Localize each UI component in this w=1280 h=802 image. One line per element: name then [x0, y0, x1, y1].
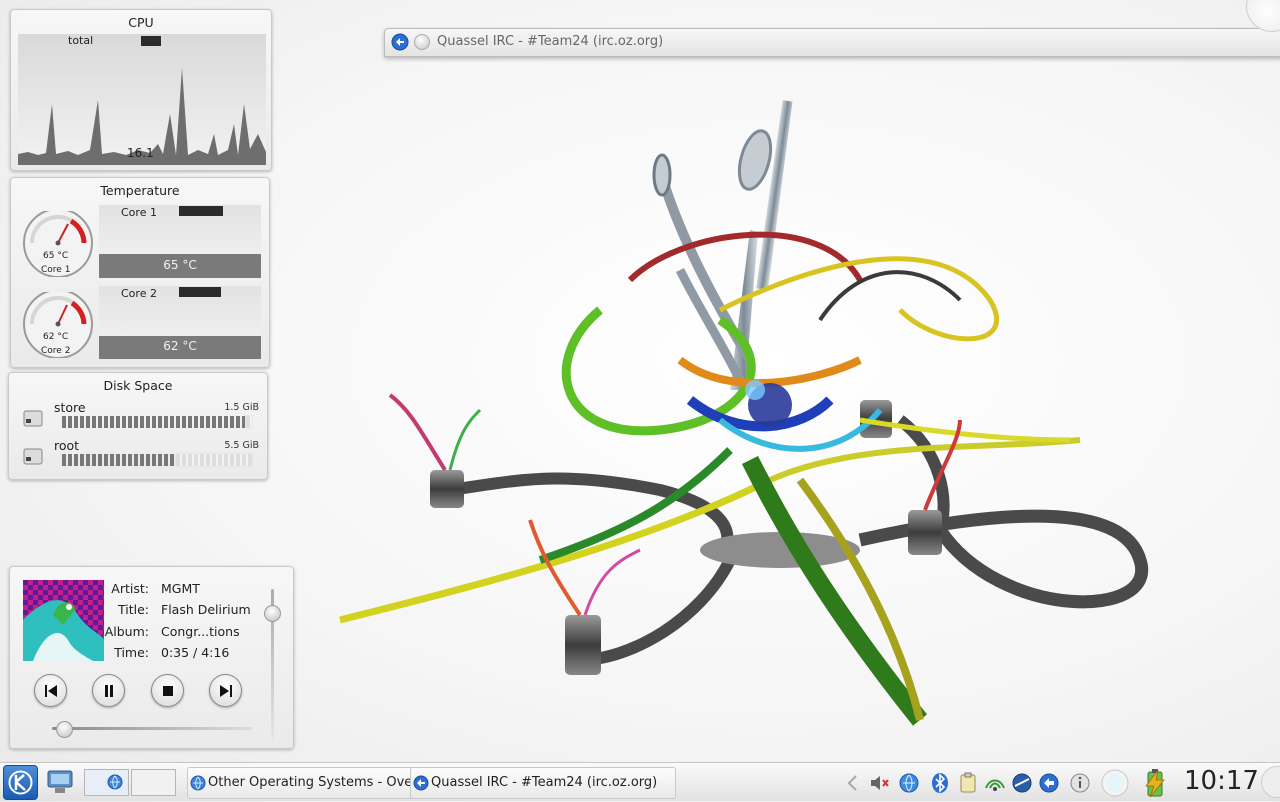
panel-toolbox-button[interactable] [1261, 766, 1280, 798]
desktop-pager-1[interactable] [84, 769, 129, 796]
battery-charging-icon[interactable] [1142, 768, 1168, 798]
window-title: Quassel IRC - #Team24 (irc.oz.org) [437, 34, 664, 49]
core2-gauge-label: Core 2 [41, 346, 71, 356]
disk-space-widget: Disk Space store 1.5 GiB root 5.5 GiB [8, 372, 268, 480]
core2-plot-value: 62 °C [163, 339, 197, 353]
album-label: Album: [104, 624, 149, 639]
core1-plot-label: Core 1 [121, 206, 157, 219]
digital-clock[interactable]: 10:17 [1184, 766, 1259, 796]
volume-slider-handle[interactable] [264, 605, 281, 622]
seek-slider-track[interactable] [52, 727, 252, 730]
network-manager-icon[interactable] [984, 772, 1006, 794]
network-globe-icon[interactable] [898, 772, 920, 794]
disk-name-root: root [54, 438, 80, 453]
quassel-app-icon [413, 775, 429, 791]
hard-drive-icon [23, 410, 43, 427]
cpu-legend-swatch [141, 36, 161, 46]
hard-drive-icon [23, 448, 43, 465]
disk-name-store: store [54, 400, 86, 415]
disk-size-store: 1.5 GiB [224, 402, 259, 413]
browser-icon [190, 775, 206, 791]
application-launcher-button[interactable] [3, 765, 38, 800]
cpu-widget: CPU total 16.1 [10, 9, 272, 171]
quassel-window-titlebar[interactable]: Quassel IRC - #Team24 (irc.oz.org) [384, 28, 1280, 57]
cpu-plot: total 16.1 [18, 34, 266, 165]
tray-collapse-arrow-icon[interactable] [842, 772, 864, 794]
core2-gauge-value: 62 °C [43, 332, 69, 342]
title-value: Flash Delirium [161, 602, 251, 617]
volume-muted-icon[interactable] [868, 772, 890, 794]
disk-usage-bar-root [62, 453, 253, 467]
skip-previous-icon [44, 684, 57, 697]
bluetooth-icon[interactable] [929, 772, 951, 794]
disk-usage-bar-store [62, 415, 253, 429]
quassel-tray-icon[interactable] [1038, 772, 1060, 794]
core1-gauge-label: Core 1 [41, 265, 71, 275]
kde-logo-icon [8, 770, 33, 795]
desktop-notifications-icon[interactable] [1100, 768, 1130, 798]
stop-icon [162, 685, 173, 696]
core2-plot-label: Core 2 [121, 287, 157, 300]
core2-plot: Core 2 62 °C [99, 286, 261, 359]
system-monitor-icon[interactable] [46, 769, 74, 795]
task-browser-label: Other Operating Systems - Overcloc [208, 775, 413, 790]
artist-value: MGMT [161, 581, 200, 596]
previous-button[interactable] [34, 674, 67, 707]
core1-plot: Core 1 65 °C [99, 205, 261, 278]
stop-button[interactable] [151, 674, 184, 707]
info-icon[interactable] [1069, 772, 1091, 794]
browser-icon [107, 774, 123, 790]
core2-swatch [179, 287, 221, 297]
clipboard-icon[interactable] [957, 772, 979, 794]
album-value: Congr...tions [161, 624, 240, 639]
pause-icon [104, 684, 113, 697]
quassel-app-icon[interactable] [391, 33, 409, 51]
disk-space-title: Disk Space [103, 378, 173, 393]
artist-label: Artist: [111, 581, 149, 596]
core1-swatch [179, 206, 223, 216]
disk-row-store[interactable]: store 1.5 GiB [9, 400, 267, 436]
task-quassel[interactable]: Quassel IRC - #Team24 (irc.oz.org) [410, 767, 676, 799]
pause-button[interactable] [92, 674, 125, 707]
disk-size-root: 5.5 GiB [224, 440, 259, 451]
core1-plot-value: 65 °C [163, 258, 197, 272]
disk-row-root[interactable]: root 5.5 GiB [9, 438, 267, 474]
seek-slider-handle[interactable] [55, 721, 73, 738]
updates-globe-icon[interactable] [1011, 772, 1033, 794]
cpu-series-label: total [68, 34, 94, 47]
task-quassel-label: Quassel IRC - #Team24 (irc.oz.org) [431, 775, 658, 790]
now-playing-widget: Artist: MGMT Title: Flash Delirium Album… [9, 566, 294, 749]
wallpaper-art [339, 100, 1149, 726]
temperature-title: Temperature [100, 183, 180, 198]
window-menu-button[interactable] [414, 34, 430, 50]
taskbar-panel: Other Operating Systems - Overcloc Quass… [0, 762, 1280, 801]
time-label: Time: [114, 645, 149, 660]
task-browser[interactable]: Other Operating Systems - Overcloc [187, 767, 414, 799]
temperature-widget: Temperature 65 °C Core 1 Core 1 65 °C 62… [10, 177, 270, 368]
skip-next-icon [219, 684, 232, 697]
desktop-pager-2[interactable] [131, 769, 176, 796]
time-value: 0:35 / 4:16 [161, 645, 230, 660]
core1-gauge-value: 65 °C [43, 251, 69, 261]
next-button[interactable] [209, 674, 242, 707]
cpu-value: 16.1 [127, 146, 154, 160]
title-label: Title: [118, 602, 149, 617]
cpu-title: CPU [128, 15, 154, 30]
